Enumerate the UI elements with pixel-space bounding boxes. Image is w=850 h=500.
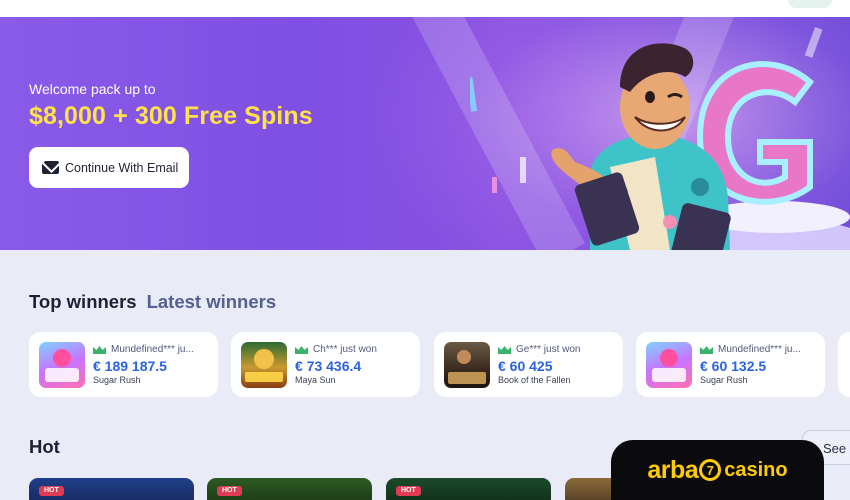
- crown-icon: [93, 345, 106, 354]
- winners-tabs: Top winners Latest winners: [29, 291, 276, 313]
- continue-with-email-button[interactable]: Continue With Email: [29, 147, 189, 188]
- crown-icon: [498, 345, 511, 354]
- game-tile[interactable]: HOT: [207, 478, 372, 500]
- banner-subtitle: Welcome pack up to: [29, 81, 156, 97]
- winner-amount: € 189 187.5: [93, 358, 167, 374]
- winner-amount: € 73 436.4: [295, 358, 362, 374]
- winner-card[interactable]: [838, 332, 850, 397]
- winner-user: Ch*** just won: [295, 344, 377, 355]
- hot-badge: HOT: [396, 486, 421, 496]
- winner-user: Ge*** just won: [498, 344, 580, 355]
- hot-badge: HOT: [217, 486, 242, 496]
- winner-game: Sugar Rush: [700, 375, 748, 385]
- game-thumbnail-book-of-the-fallen: [444, 342, 490, 388]
- winner-amount: € 60 132.5: [700, 358, 767, 374]
- winner-game: Maya Sun: [295, 375, 336, 385]
- mail-icon: [42, 161, 59, 174]
- game-tile[interactable]: HOT: [386, 478, 551, 500]
- top-bar: [0, 0, 850, 17]
- banner-title: $8,000 + 300 Free Spins: [29, 102, 313, 130]
- winner-card[interactable]: Mundefined*** ju... € 60 132.5 Sugar Rus…: [636, 332, 825, 397]
- hot-section-title: Hot: [29, 436, 60, 457]
- game-thumbnail-maya-sun: [241, 342, 287, 388]
- mascot-illustration: [470, 27, 850, 250]
- top-bar-pill[interactable]: [788, 0, 832, 8]
- winner-game: Book of the Fallen: [498, 375, 571, 385]
- arba7casino-logo[interactable]: arba 7 casino: [611, 440, 824, 500]
- game-thumbnail-sugar-rush: [39, 342, 85, 388]
- winner-user: Mundefined*** ju...: [93, 344, 194, 355]
- continue-with-email-label: Continue With Email: [65, 160, 179, 175]
- game-thumbnail-sugar-rush: [646, 342, 692, 388]
- winner-user: Mundefined*** ju...: [700, 344, 801, 355]
- winner-card[interactable]: Mundefined*** ju... € 189 187.5 Sugar Ru…: [29, 332, 218, 397]
- crown-icon: [295, 345, 308, 354]
- crown-icon: [700, 345, 713, 354]
- winner-card[interactable]: Ge*** just won € 60 425 Book of the Fall…: [434, 332, 623, 397]
- promo-banner: Welcome pack up to $8,000 + 300 Free Spi…: [0, 17, 850, 250]
- tab-top-winners[interactable]: Top winners: [29, 291, 137, 313]
- game-tile[interactable]: HOT: [29, 478, 194, 500]
- tab-latest-winners[interactable]: Latest winners: [147, 291, 277, 313]
- hot-badge: HOT: [39, 486, 64, 496]
- seven-circle-icon: 7: [699, 459, 722, 481]
- winner-game: Sugar Rush: [93, 375, 141, 385]
- winner-card[interactable]: Ch*** just won € 73 436.4 Maya Sun: [231, 332, 420, 397]
- winner-amount: € 60 425: [498, 358, 553, 374]
